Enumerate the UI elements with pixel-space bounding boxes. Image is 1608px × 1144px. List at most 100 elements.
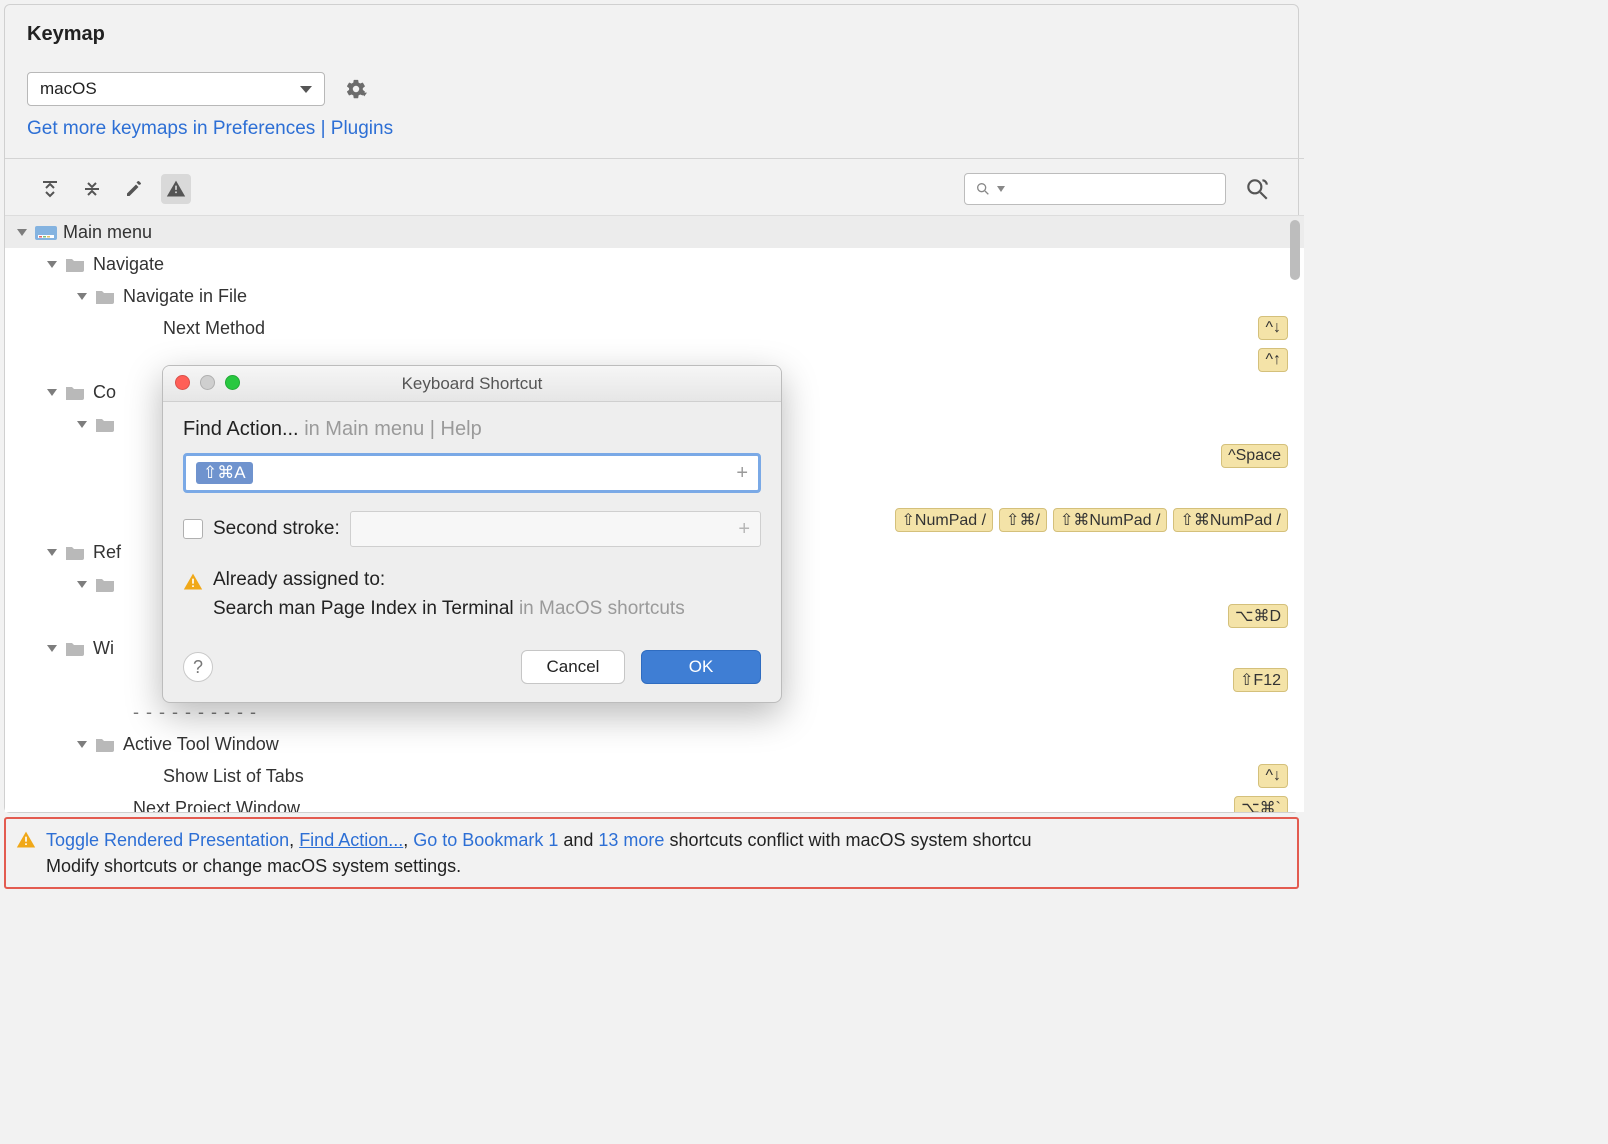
conflict-more-link[interactable]: 13 more <box>598 830 664 850</box>
folder-icon <box>65 256 85 272</box>
warning-icon <box>16 830 36 850</box>
tree-label: Active Tool Window <box>123 734 279 755</box>
arrow-down-icon <box>75 577 89 591</box>
tree-label: Navigate in File <box>123 286 247 307</box>
already-assigned: Already assigned to: <box>183 569 761 592</box>
divider <box>5 158 1304 159</box>
dialog-titlebar[interactable]: Keyboard Shortcut <box>163 366 781 402</box>
close-icon[interactable] <box>175 375 190 390</box>
conflict-link-3[interactable]: Go to Bookmark 1 <box>413 830 558 850</box>
arrow-down-icon <box>45 385 59 399</box>
plus-icon[interactable]: + <box>736 462 748 485</box>
shortcut-chip: ⌥⌘` <box>1234 796 1288 812</box>
tree-label: Show List of Tabs <box>163 766 304 787</box>
arrow-down-icon <box>75 737 89 751</box>
keymap-panel: Keymap macOS Get more keymaps in Prefere… <box>4 4 1299 813</box>
assigned-target: Search man Page Index in Terminal <box>213 598 514 619</box>
shortcut-chip: ⇧⌘A <box>196 462 253 484</box>
folder-icon <box>95 736 115 752</box>
already-assigned-detail: Search man Page Index in Terminal in Mac… <box>213 598 761 620</box>
already-assigned-label: Already assigned to: <box>213 569 385 591</box>
keyboard-shortcut-dialog: Keyboard Shortcut Find Action... in Main… <box>162 365 782 703</box>
warning-filter-icon[interactable] <box>161 174 191 204</box>
shortcut-chip: ⇧F12 <box>1233 668 1288 692</box>
arrow-down-icon <box>45 641 59 655</box>
folder-icon <box>95 288 115 304</box>
zoom-icon[interactable] <box>225 375 240 390</box>
more-keymaps-link-row: Get more keymaps in Preferences | Plugin… <box>27 118 1282 140</box>
arrow-down-icon <box>45 257 59 271</box>
dialog-title: Keyboard Shortcut <box>402 374 543 394</box>
tree-label: Next Project Window <box>133 798 300 813</box>
action-context: in Main menu | Help <box>304 418 482 440</box>
tree-row-active-tool-window[interactable]: Active Tool Window <box>5 728 1304 760</box>
tree-row-next-method[interactable]: Next Method ^↓ <box>5 312 1304 344</box>
warning-icon <box>183 572 203 592</box>
tree-row-next-project[interactable]: Next Project Window ⌥⌘` <box>5 792 1304 812</box>
tree-toolbar <box>27 173 1282 205</box>
menu-folder-icon <box>35 224 55 240</box>
conflict-link-1[interactable]: Toggle Rendered Presentation <box>46 830 289 850</box>
tree-row-navigate-in-file[interactable]: Navigate in File <box>5 280 1304 312</box>
expand-all-icon[interactable] <box>35 174 65 204</box>
plus-icon[interactable]: + <box>738 518 750 541</box>
arrow-down-icon <box>45 545 59 559</box>
cancel-button[interactable]: Cancel <box>521 650 625 684</box>
conflict-warning-text: Toggle Rendered Presentation, Find Actio… <box>46 827 1032 879</box>
conflict-link-2[interactable]: Find Action... <box>299 830 403 850</box>
gear-icon[interactable] <box>343 76 369 102</box>
shortcut-chip: ⇧⌘NumPad / <box>1053 508 1168 532</box>
folder-icon <box>65 384 85 400</box>
folder-icon <box>65 544 85 560</box>
shortcut-chip: ⇧⌘/ <box>999 508 1047 532</box>
page-title: Keymap <box>27 23 1282 46</box>
tree-label: Navigate <box>93 254 164 275</box>
arrow-down-icon <box>75 417 89 431</box>
tree-label: Ref <box>93 542 121 563</box>
shortcut-chip: ^↓ <box>1258 316 1288 340</box>
tree-row-main-menu[interactable]: Main menu <box>5 216 1304 248</box>
second-stroke-row: Second stroke: + <box>183 511 761 547</box>
folder-icon <box>95 576 115 592</box>
shortcut-chip: ^↑ <box>1258 348 1288 372</box>
minimize-icon <box>200 375 215 390</box>
second-stroke-label: Second stroke: <box>213 518 340 540</box>
chevron-down-icon <box>300 86 312 93</box>
more-keymaps-link[interactable]: Get more keymaps in Preferences | Plugin… <box>27 118 393 139</box>
folder-icon <box>65 640 85 656</box>
ok-button[interactable]: OK <box>641 650 761 684</box>
arrow-down-icon <box>15 225 29 239</box>
collapse-all-icon[interactable] <box>77 174 107 204</box>
traffic-lights <box>175 375 240 390</box>
shortcut-chip: ⇧NumPad / <box>895 508 994 532</box>
help-button[interactable]: ? <box>183 652 213 682</box>
edit-icon[interactable] <box>119 174 149 204</box>
search-icon <box>975 181 991 197</box>
assigned-context: in MacOS shortcuts <box>519 598 685 619</box>
keymap-top-row: macOS <box>27 72 1282 106</box>
shortcut-chip: ^Space <box>1221 444 1288 468</box>
tree-label: Next Method <box>163 318 265 339</box>
shortcut-chip: ⇧⌘NumPad / <box>1173 508 1288 532</box>
shortcut-chip: ⌥⌘D <box>1228 604 1288 628</box>
action-name: Find Action... <box>183 418 299 440</box>
tree-row-show-tabs[interactable]: Show List of Tabs ^↓ <box>5 760 1304 792</box>
chevron-down-icon <box>997 185 1005 193</box>
keymap-select-value: macOS <box>40 79 97 99</box>
arrow-down-icon <box>75 289 89 303</box>
folder-icon <box>95 416 115 432</box>
second-stroke-checkbox[interactable] <box>183 519 203 539</box>
find-shortcut-icon[interactable] <box>1244 176 1270 202</box>
tree-label: Main menu <box>63 222 152 243</box>
conflict-warning-banner: Toggle Rendered Presentation, Find Actio… <box>4 817 1299 889</box>
dialog-action-label: Find Action... in Main menu | Help <box>183 418 761 441</box>
scrollbar-thumb[interactable] <box>1290 220 1300 280</box>
search-input-field[interactable] <box>1011 181 1215 198</box>
search-input[interactable] <box>964 173 1226 205</box>
keymap-select[interactable]: macOS <box>27 72 325 106</box>
second-stroke-input[interactable]: + <box>350 511 761 547</box>
shortcut-input[interactable]: ⇧⌘A + <box>183 453 761 493</box>
tree-label: Co <box>93 382 116 403</box>
shortcut-chip: ^↓ <box>1258 764 1288 788</box>
tree-row-navigate[interactable]: Navigate <box>5 248 1304 280</box>
